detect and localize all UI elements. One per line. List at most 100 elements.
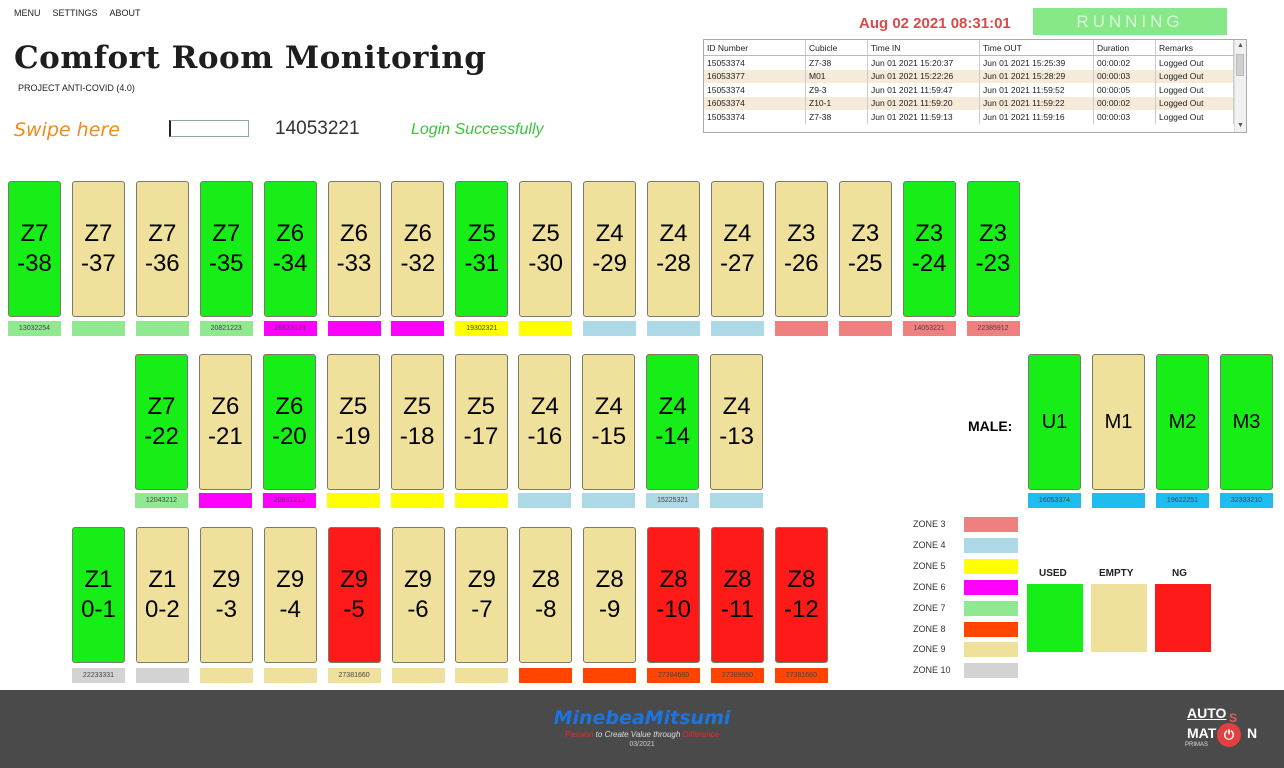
tagline-start: Passion xyxy=(564,730,594,739)
stall-label: M1 xyxy=(1104,410,1133,433)
stall-label: Z1 0-2 xyxy=(145,566,180,623)
stall-z3-24[interactable]: Z3 -24 xyxy=(902,181,956,317)
stall-label: Z3 -25 xyxy=(847,220,883,277)
stall-z8-10[interactable]: Z8 -10 xyxy=(647,527,701,663)
log-row[interactable]: 16053377 M01 Jun 01 2021 15:22:26 Jun 01 20… xyxy=(704,69,1234,83)
log-cell: 00:00:05 xyxy=(1093,83,1156,97)
legend-used-swatch xyxy=(1027,584,1083,652)
stall-z9-6[interactable]: Z9 -6 xyxy=(391,527,445,663)
stall-z6-34[interactable]: Z6 -34 xyxy=(263,181,317,317)
stall-label: Z8 -9 xyxy=(595,566,624,623)
legend-used-label: USED xyxy=(1039,568,1067,579)
col-duration[interactable]: Duration xyxy=(1093,40,1156,56)
stall-user-tag: 28833123 xyxy=(263,321,317,336)
stall-z10-2[interactable]: Z1 0-2 xyxy=(135,527,189,663)
stall-z9-4[interactable]: Z9 -4 xyxy=(263,527,317,663)
stall-user-tag: 19622251 xyxy=(1156,493,1209,508)
stall-z6-32[interactable]: Z6 -32 xyxy=(391,181,445,317)
swipe-input[interactable] xyxy=(169,120,249,137)
tagline-mid: to Create Value through xyxy=(593,730,683,739)
stall-z5-30[interactable]: Z5 -30 xyxy=(519,181,573,317)
stall-z4-14[interactable]: Z4 -14 xyxy=(646,354,700,490)
zone-legend-swatch xyxy=(964,621,1018,637)
stall-label: Z5 -30 xyxy=(528,220,564,277)
stall-z4-13[interactable]: Z4 -13 xyxy=(710,354,764,490)
stall-z10-1[interactable]: Z1 0-1 xyxy=(72,527,125,663)
stall-z9-7[interactable]: Z9 -7 xyxy=(455,527,509,663)
stall-user-tag xyxy=(583,668,637,683)
stall-z5-17[interactable]: Z5 -17 xyxy=(454,354,508,490)
stall-z4-28[interactable]: Z4 -28 xyxy=(647,181,700,317)
col-time-in[interactable]: Time IN xyxy=(867,40,980,56)
stall-z5-31[interactable]: Z5 -31 xyxy=(455,181,509,317)
log-row[interactable]: 15053374 Z7-38 Jun 01 2021 15:20:37 Jun 01 … xyxy=(704,55,1234,70)
stall-user-tag: 27384680 xyxy=(647,668,701,683)
stall-z4-16[interactable]: Z4 -16 xyxy=(518,354,572,490)
stall-z7-36[interactable]: Z7 -36 xyxy=(135,181,189,317)
stall-z9-5[interactable]: Z9 -5 xyxy=(327,527,381,663)
stall-label: Z5 -31 xyxy=(464,220,500,277)
col-id-number[interactable]: ID Number xyxy=(704,40,806,56)
stall-label: Z3 -23 xyxy=(975,220,1011,277)
log-row[interactable]: 15053374 Z7-38 Jun 01 2021 11:59:13 Jun 01 … xyxy=(704,110,1234,124)
log-cell: 00:00:02 xyxy=(1093,55,1156,70)
stall-z4-27[interactable]: Z4 -27 xyxy=(710,181,764,317)
stall-z7-22[interactable]: Z7 -22 xyxy=(135,354,188,490)
menu-item-about[interactable]: ABOUT xyxy=(110,8,141,18)
col-time-out[interactable]: Time OUT xyxy=(979,40,1094,56)
stall-m2[interactable]: M2 xyxy=(1156,354,1209,490)
stall-z6-20[interactable]: Z6 -20 xyxy=(262,354,316,490)
col-remarks[interactable]: Remarks xyxy=(1155,40,1234,56)
scroll-down-icon[interactable]: ▼ xyxy=(1235,120,1246,132)
stall-user-tag xyxy=(582,493,636,508)
stall-z3-23[interactable]: Z3 -23 xyxy=(966,181,1020,317)
zone-legend-swatch xyxy=(964,600,1018,616)
stall-z9-3[interactable]: Z9 -3 xyxy=(199,527,253,663)
menu-item-menu[interactable]: MENU xyxy=(14,8,41,18)
stall-z4-15[interactable]: Z4 -15 xyxy=(582,354,636,490)
stall-z6-33[interactable]: Z6 -33 xyxy=(327,181,381,317)
stall-user-tag xyxy=(327,321,381,336)
log-scrollbar[interactable]: ▲ ▼ xyxy=(1234,40,1246,132)
card-number: 14053221 xyxy=(275,118,360,139)
legend-empty-swatch xyxy=(1091,584,1147,652)
tagline-end: Difference xyxy=(682,730,720,739)
stall-m1[interactable]: M1 xyxy=(1092,354,1145,490)
stall-z7-37[interactable]: Z7 -37 xyxy=(71,181,125,317)
stall-m3[interactable]: M3 xyxy=(1220,354,1273,490)
stall-user-tag xyxy=(326,493,380,508)
log-cell: 15053374 xyxy=(704,110,806,124)
stall-user-tag: 19302321 xyxy=(455,321,509,336)
stall-z8-8[interactable]: Z8 -8 xyxy=(519,527,573,663)
log-row[interactable]: 16053374 Z10-1 Jun 01 2021 11:59:20 Jun 01 … xyxy=(704,96,1234,110)
logo-n-text: N xyxy=(1247,725,1258,741)
stall-z5-19[interactable]: Z5 -19 xyxy=(326,354,380,490)
log-cell: Jun 01 2021 15:28:29 xyxy=(979,69,1094,83)
stall-user-tag xyxy=(647,321,700,336)
stall-u1[interactable]: U1 xyxy=(1028,354,1081,490)
log-cell: Z10-1 xyxy=(805,96,868,110)
scroll-thumb[interactable] xyxy=(1236,54,1244,76)
legend-ng-swatch xyxy=(1155,584,1211,652)
zone-legend-label: ZONE 4 xyxy=(913,539,946,550)
log-cell: 00:00:03 xyxy=(1093,69,1156,83)
stall-z8-9[interactable]: Z8 -9 xyxy=(583,527,637,663)
col-cubicle[interactable]: Cubicle xyxy=(805,40,868,56)
stall-z5-18[interactable]: Z5 -18 xyxy=(390,354,444,490)
stall-z3-26[interactable]: Z3 -26 xyxy=(774,181,828,317)
stall-z8-12[interactable]: Z8 -12 xyxy=(774,527,828,663)
menu-item-settings[interactable]: SETTINGS xyxy=(53,8,98,18)
stall-user-tag: 20821223 xyxy=(199,321,253,336)
log-cell: Logged Out xyxy=(1155,110,1234,124)
log-row[interactable]: 15053374 Z9-3 Jun 01 2021 11:59:47 Jun 01 2… xyxy=(704,83,1234,97)
zone-legend-label: ZONE 3 xyxy=(913,519,946,529)
stall-user-tag xyxy=(135,668,189,683)
stall-z3-25[interactable]: Z3 -25 xyxy=(838,181,892,317)
stall-z7-35[interactable]: Z7 -35 xyxy=(199,181,253,317)
zone-legend-swatch xyxy=(964,663,1018,679)
stall-z7-38[interactable]: Z7 -38 xyxy=(8,181,61,317)
stall-z8-11[interactable]: Z8 -11 xyxy=(711,527,764,663)
scroll-up-icon[interactable]: ▲ xyxy=(1235,40,1246,52)
stall-z6-21[interactable]: Z6 -21 xyxy=(198,354,252,490)
stall-z4-29[interactable]: Z4 -29 xyxy=(583,181,637,317)
